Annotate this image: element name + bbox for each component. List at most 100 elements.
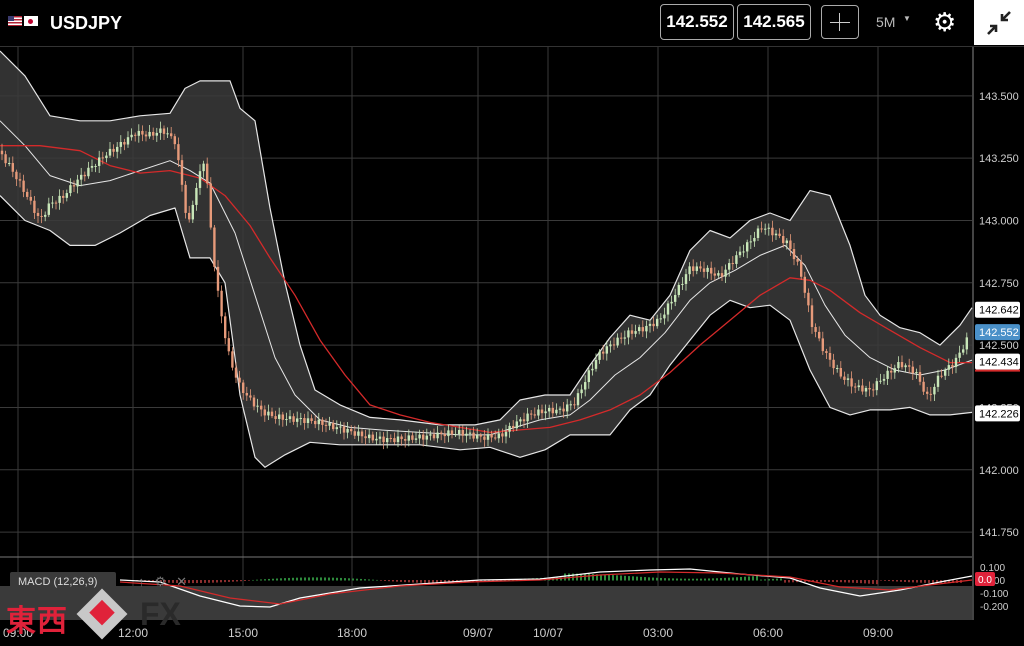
candle-body xyxy=(231,351,234,368)
candle-body xyxy=(242,382,245,394)
candle-body xyxy=(735,255,738,264)
candle-body xyxy=(278,414,281,419)
close-icon[interactable]: ✕ xyxy=(176,574,187,589)
candle-body xyxy=(36,212,40,216)
macd-histogram-bar xyxy=(860,580,862,584)
candle-body xyxy=(893,368,896,373)
macd-histogram-bar xyxy=(240,580,242,582)
candle-body xyxy=(695,266,698,271)
candle-body xyxy=(447,430,450,437)
ask-price-button[interactable]: 142.565 xyxy=(737,4,811,40)
candle-body xyxy=(652,323,655,327)
candle-body xyxy=(332,422,335,430)
symbol-label[interactable]: USDJPY xyxy=(50,13,122,34)
candle-body xyxy=(386,437,389,443)
macd-histogram-bar xyxy=(236,580,238,582)
top-toolbar: USDJPY 142.552 142.565 5M ▼ ⚙ xyxy=(0,0,1024,47)
macd-histogram-bar xyxy=(264,579,266,581)
candle-body xyxy=(256,405,259,407)
candle-body xyxy=(958,352,961,358)
candle-body xyxy=(184,184,187,213)
candle-body xyxy=(699,266,702,269)
candle-body xyxy=(792,249,796,260)
macd-histogram-bar xyxy=(228,580,230,582)
macd-histogram-bar xyxy=(620,575,622,581)
x-tick-label: 06:00 xyxy=(753,626,783,640)
candle-body xyxy=(263,409,266,416)
timeframe-selector[interactable]: 5M xyxy=(876,14,895,30)
candle-body xyxy=(234,367,238,378)
candle-body xyxy=(281,414,284,420)
candle-body xyxy=(922,381,925,392)
candle-body xyxy=(252,397,256,407)
candle-body xyxy=(0,150,4,155)
arrow-up-icon[interactable]: ↑ xyxy=(138,574,145,589)
candle-body xyxy=(904,365,907,368)
candle-body xyxy=(436,432,439,439)
macd-histogram-bar xyxy=(272,578,274,581)
macd-histogram-bar xyxy=(220,580,222,583)
macd-histogram-bar xyxy=(776,578,778,581)
candle-body xyxy=(198,171,202,188)
caret-down-icon[interactable]: ▼ xyxy=(903,14,911,23)
candle-body xyxy=(627,330,630,338)
candle-body xyxy=(62,195,65,198)
candle-body xyxy=(321,419,324,425)
macd-histogram-bar xyxy=(744,576,746,581)
macd-histogram-bar xyxy=(324,577,326,581)
candle-body xyxy=(206,163,209,184)
macd-histogram-bar xyxy=(856,580,858,583)
candle-body xyxy=(512,425,515,429)
candle-body xyxy=(810,305,814,328)
candle-body xyxy=(731,263,734,265)
candle-body xyxy=(537,409,540,416)
macd-histogram-bar xyxy=(212,580,214,583)
candle-body xyxy=(342,426,346,433)
macd-histogram-bar xyxy=(404,580,406,583)
crosshair-icon[interactable] xyxy=(821,5,859,39)
candle-body xyxy=(926,391,929,394)
candle-body xyxy=(591,368,594,371)
candle-body xyxy=(364,436,367,439)
macd-histogram-bar xyxy=(720,578,722,581)
macd-histogram-bar xyxy=(916,580,918,583)
candle-body xyxy=(98,157,101,166)
watermark-fx: FX xyxy=(140,596,181,632)
candle-body xyxy=(879,380,882,382)
candle-body xyxy=(152,131,155,136)
y-tick-label: 143.250 xyxy=(979,153,1019,165)
candle-body xyxy=(245,393,248,396)
candle-body xyxy=(18,179,22,181)
candle-body xyxy=(602,351,605,354)
bid-price-button[interactable]: 142.552 xyxy=(660,4,734,40)
gear-icon[interactable]: ⚙ xyxy=(933,8,956,36)
macd-histogram-bar xyxy=(660,577,662,581)
candle-body xyxy=(638,327,641,332)
candle-body xyxy=(288,416,292,420)
candle-body xyxy=(51,202,54,204)
gear-icon[interactable]: ⚙ xyxy=(155,574,167,589)
candle-body xyxy=(796,259,799,262)
candle-body xyxy=(836,368,839,370)
macd-histogram-bar xyxy=(664,578,666,581)
candle-body xyxy=(530,413,533,415)
candle-body xyxy=(159,128,162,133)
exit-fullscreen-button[interactable] xyxy=(974,0,1024,45)
watermark-kanji: 東西 xyxy=(6,605,68,638)
macd-histogram-bar xyxy=(792,580,794,583)
candle-body xyxy=(548,407,551,412)
candle-body xyxy=(339,426,342,428)
macd-histogram-bar xyxy=(728,577,730,581)
candle-body xyxy=(119,142,122,147)
candle-body xyxy=(296,418,299,422)
candle-body xyxy=(846,378,850,380)
price-chart[interactable]: 143.500 143.250 143.000 142.750 142.500 142.2… xyxy=(0,0,1024,646)
macd-histogram-bar xyxy=(256,579,258,581)
candle-body xyxy=(126,137,130,145)
candle-body xyxy=(533,414,536,416)
candle-body xyxy=(450,430,454,435)
candle-body xyxy=(213,227,216,267)
candle-body xyxy=(609,344,612,347)
candle-body xyxy=(422,434,425,440)
y-tick-label: 143.500 xyxy=(979,91,1019,103)
